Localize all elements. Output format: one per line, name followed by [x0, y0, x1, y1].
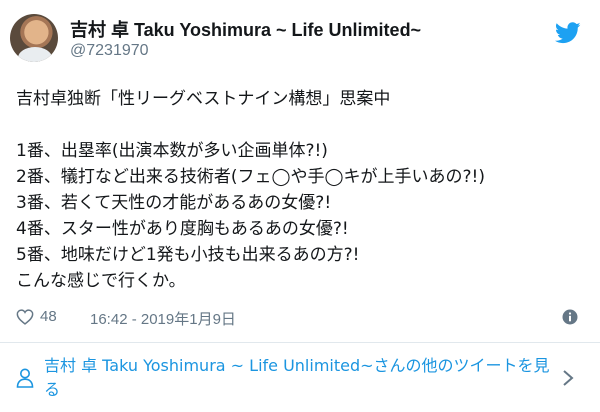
tweet-text: 吉村卓独断「性リーグベストナイン構想」思案中 1番、出塁率(出演本数が多い企画単… [16, 86, 586, 294]
tweet-footer: 48 16:42 - 2019年1月9日 [16, 306, 586, 330]
like-count[interactable]: 48 [40, 308, 57, 325]
tweet-line: 4番、スター性があり度胸もあるあの女優?! [16, 219, 349, 239]
tweet-card: 吉村 卓 Taku Yoshimura ~ Life Unlimited~ @7… [0, 0, 600, 412]
author-handle[interactable]: @7231970 [70, 42, 149, 60]
info-icon[interactable] [562, 309, 578, 325]
tweet-line: 1番、出塁率(出演本数が多い企画単体?!) [16, 141, 328, 161]
author-name[interactable]: 吉村 卓 Taku Yoshimura ~ Life Unlimited~ [70, 16, 421, 42]
more-tweets-link[interactable]: 吉村 卓 Taku Yoshimura ~ Life Unlimited~さんの… [0, 343, 600, 412]
avatar-shirt [18, 47, 52, 62]
more-tweets-label[interactable]: 吉村 卓 Taku Yoshimura ~ Life Unlimited~さんの… [44, 354, 556, 402]
heart-icon[interactable] [16, 309, 34, 325]
twitter-bird-icon[interactable] [555, 22, 581, 44]
tweet-timestamp[interactable]: 16:42 - 2019年1月9日 [90, 308, 236, 329]
tweet-line: こんな感じで行くか。 [16, 271, 186, 291]
tweet-line [16, 112, 586, 138]
chevron-right-icon[interactable] [562, 369, 574, 387]
author-avatar[interactable] [10, 14, 58, 62]
tweet-line: 3番、若くて天性の才能があるあの女優?! [16, 193, 332, 213]
tweet-line: 5番、地味だけど1発も小技も出来るあの方?! [16, 245, 360, 265]
person-icon [16, 368, 34, 388]
tweet-line: 2番、犠打など出来る技術者(フェ◯や手◯キが上手いあの?!) [16, 167, 485, 187]
tweet-line: 吉村卓独断「性リーグベストナイン構想」思案中 [16, 89, 391, 109]
